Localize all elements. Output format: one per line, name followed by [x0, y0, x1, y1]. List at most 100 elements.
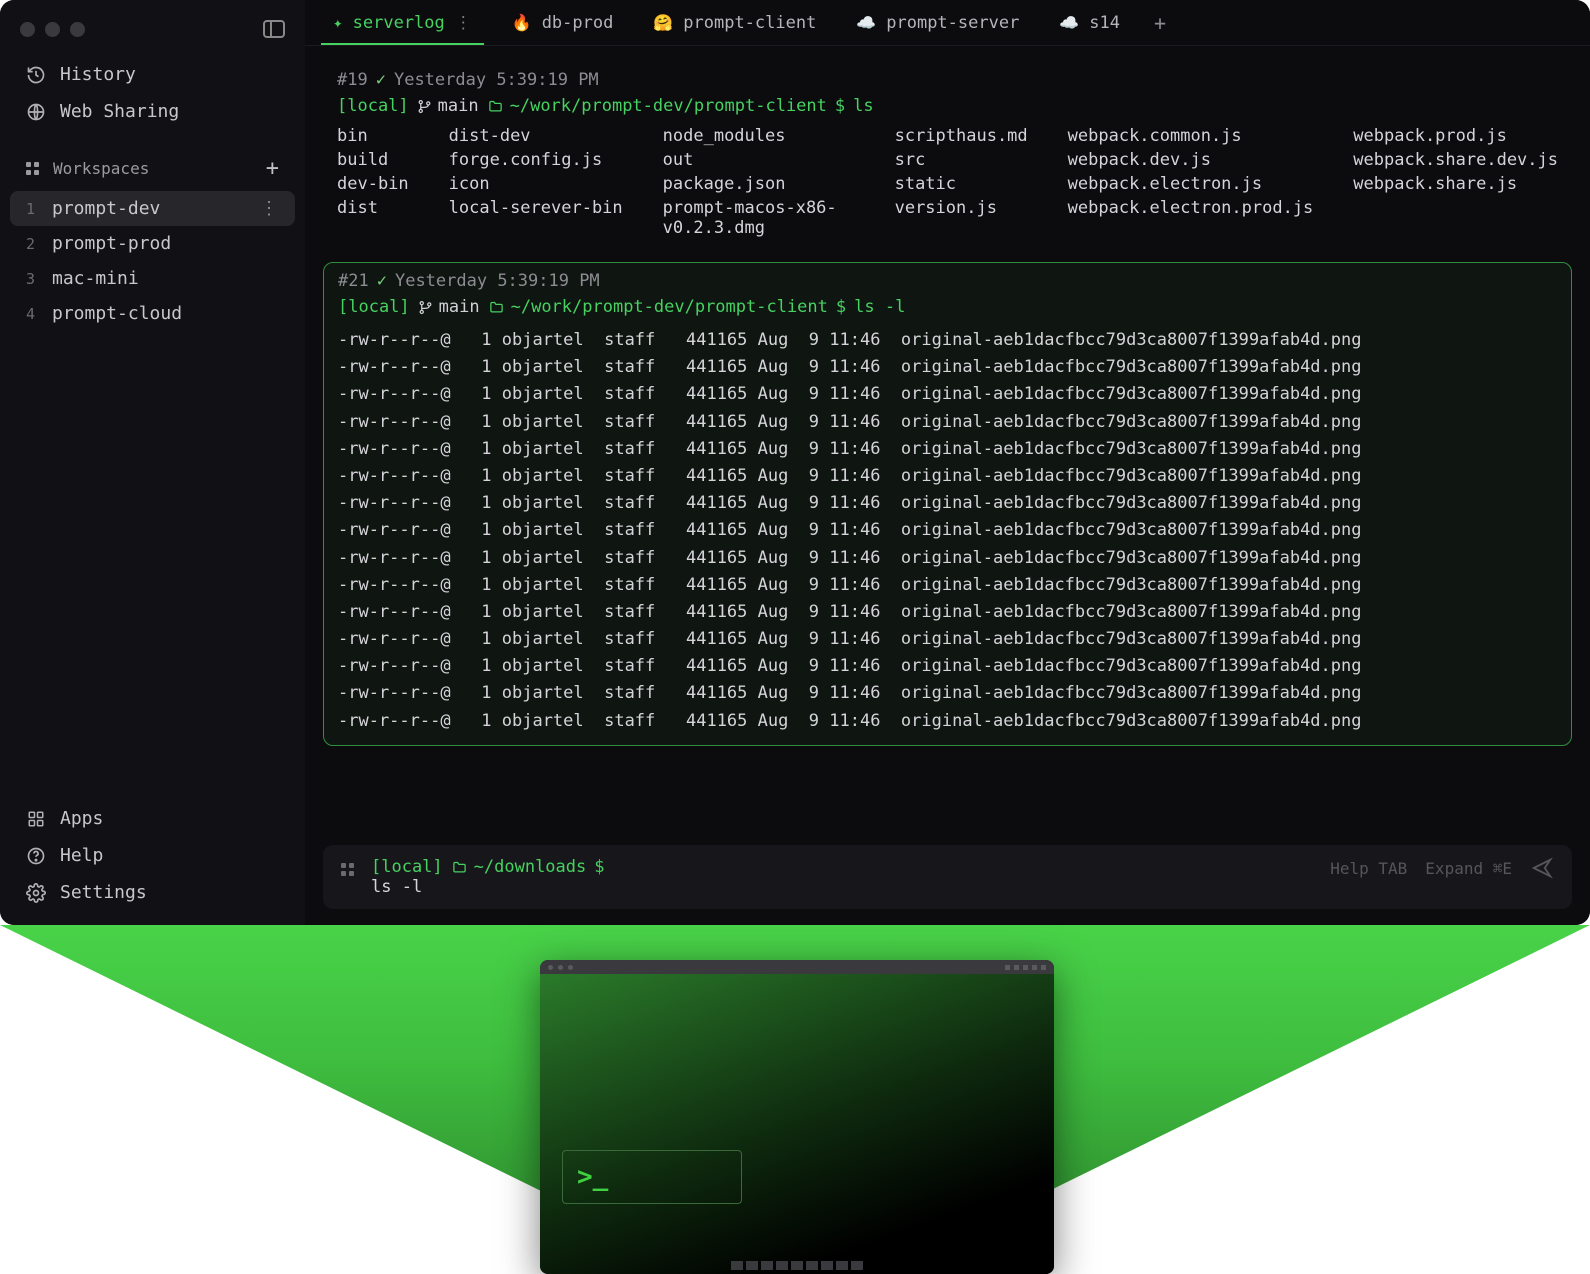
workspaces-label: Workspaces: [53, 159, 149, 178]
hug-icon: 🤗: [653, 13, 673, 32]
send-icon[interactable]: [1530, 857, 1554, 879]
check-icon: ✓: [376, 70, 386, 90]
tab-label: prompt-client: [683, 13, 816, 33]
cloud-icon: ☁️: [856, 13, 876, 32]
ls-entry: dist-dev: [449, 126, 623, 146]
ls-entry: out: [663, 150, 855, 170]
workspace-item-prompt-cloud[interactable]: 4 prompt-cloud: [0, 296, 305, 331]
tab-bar: ✦ serverlog⋮🔥 db-prod🤗 prompt-client☁️ p…: [305, 0, 1590, 46]
block-meta: #21 ✓ Yesterday 5:39:19 PM: [338, 267, 1557, 295]
ls-entry: webpack.common.js: [1068, 126, 1314, 146]
folder-icon: [488, 300, 505, 315]
tab-db-prod[interactable]: 🔥 db-prod: [492, 0, 634, 45]
mini-prompt-box: >_: [562, 1150, 742, 1204]
add-tab-button[interactable]: +: [1140, 11, 1180, 35]
ls-entry: forge.config.js: [449, 150, 623, 170]
workspaces-icon: [26, 162, 41, 175]
sidebar-websharing-link[interactable]: Web Sharing: [0, 93, 305, 130]
ls-entry: version.js: [895, 198, 1028, 238]
history-icon: [26, 65, 46, 85]
ls-entry: node_modules: [663, 126, 855, 146]
ls-output: bin dist-dev node_modules scripthaus.md webp…: [337, 126, 1558, 238]
sidebar-toggle-icon[interactable]: [263, 20, 285, 38]
ls-entry: webpack.electron.prod.js: [1068, 198, 1314, 238]
ls-entry: webpack.electron.js: [1068, 174, 1314, 194]
git-branch: main: [417, 96, 479, 116]
workspace-menu-icon[interactable]: ⋮: [260, 198, 279, 219]
command-text: ls -l: [854, 297, 905, 317]
sidebar-apps-link[interactable]: Apps: [0, 800, 305, 837]
tab-prompt-server[interactable]: ☁️ prompt-server: [836, 0, 1039, 45]
workspace-label: prompt-dev: [52, 198, 160, 219]
prompt-line: [local] main ~/work/prompt-dev/prompt-cl…: [338, 295, 1557, 327]
workspaces-list: 1 prompt-dev⋮2 prompt-prod3 mac-mini4 pr…: [0, 191, 305, 331]
hint-help: Help TAB: [1330, 859, 1407, 878]
ls-entry: bin: [337, 126, 409, 146]
tab-label: prompt-server: [886, 13, 1019, 33]
tab-label: db-prod: [542, 13, 614, 33]
prompt-symbol: $: [594, 857, 604, 877]
workspace-number: 2: [26, 235, 40, 253]
branch-icon: [417, 98, 432, 115]
window-controls: [0, 14, 305, 56]
command-block-19[interactable]: #19 ✓ Yesterday 5:39:19 PM [local] main …: [323, 62, 1572, 248]
globe-icon: [26, 102, 46, 122]
ls-entry: webpack.share.js: [1353, 174, 1558, 194]
workspace-label: prompt-cloud: [52, 303, 182, 324]
workspace-item-mac-mini[interactable]: 3 mac-mini: [0, 261, 305, 296]
command-text: ls: [853, 96, 873, 116]
command-input[interactable]: ls -l: [371, 877, 1316, 897]
ls-entry: package.json: [663, 174, 855, 194]
folder-icon: [451, 860, 468, 875]
minimize-window-button[interactable]: [45, 22, 60, 37]
footer-illustration: >_: [0, 925, 1590, 1274]
check-icon: ✓: [377, 271, 387, 291]
tab-serverlog[interactable]: ✦ serverlog ⋮: [313, 0, 492, 45]
fire-icon: 🔥: [512, 13, 532, 32]
close-window-button[interactable]: [20, 22, 35, 37]
sidebar: History Web Sharing Workspaces + 1 promp…: [0, 0, 305, 925]
ls-entry: dist: [337, 198, 409, 238]
gear-icon: [26, 883, 46, 903]
ls-entry: scripthaus.md: [895, 126, 1028, 146]
command-block-21[interactable]: #21 ✓ Yesterday 5:39:19 PM [local] main …: [323, 262, 1572, 746]
sidebar-help-link[interactable]: Help: [0, 837, 305, 874]
scope-label: [local]: [338, 297, 410, 317]
workspace-item-prompt-prod[interactable]: 2 prompt-prod: [0, 226, 305, 261]
tab-menu-icon[interactable]: ⋮: [455, 13, 472, 33]
maximize-window-button[interactable]: [70, 22, 85, 37]
sidebar-settings-link[interactable]: Settings: [0, 874, 305, 911]
input-grid-icon[interactable]: [341, 863, 357, 876]
websharing-label: Web Sharing: [60, 101, 179, 122]
ls-entry: build: [337, 150, 409, 170]
help-icon: [26, 846, 46, 866]
sparkle-icon: ✦: [333, 13, 343, 32]
tab-label: s14: [1089, 13, 1120, 33]
block-timestamp: Yesterday 5:39:19 PM: [395, 271, 600, 291]
ls-entry: local-serever-bin: [449, 198, 623, 238]
workspace-number: 4: [26, 305, 40, 323]
tab-prompt-client[interactable]: 🤗 prompt-client: [633, 0, 836, 45]
app-window: History Web Sharing Workspaces + 1 promp…: [0, 0, 1590, 925]
branch-icon: [418, 299, 433, 316]
ls-entry: icon: [449, 174, 623, 194]
mini-terminal-window: >_: [540, 960, 1054, 1274]
workspace-item-prompt-dev[interactable]: 1 prompt-dev⋮: [10, 191, 295, 226]
workspaces-header: Workspaces +: [0, 130, 305, 191]
add-workspace-button[interactable]: +: [266, 156, 279, 181]
ls-entry: src: [895, 150, 1028, 170]
sidebar-history-link[interactable]: History: [0, 56, 305, 93]
workspace-label: prompt-prod: [52, 233, 171, 254]
main-area: ✦ serverlog⋮🔥 db-prod🤗 prompt-client☁️ p…: [305, 0, 1590, 925]
folder-icon: [487, 99, 504, 114]
terminal-content: #19 ✓ Yesterday 5:39:19 PM [local] main …: [305, 46, 1590, 845]
apps-icon: [26, 810, 46, 828]
history-label: History: [60, 64, 136, 85]
ls-entry: webpack.prod.js: [1353, 126, 1558, 146]
prompt-symbol: $: [836, 297, 846, 317]
tab-s14[interactable]: ☁️ s14: [1039, 0, 1140, 45]
mini-prompt-icon: >_: [577, 1162, 608, 1192]
command-input-bar[interactable]: [local] ~/downloads $ ls -l Help TAB Exp…: [323, 845, 1572, 909]
ls-entry: [1353, 198, 1558, 238]
tab-label: serverlog: [353, 13, 445, 33]
